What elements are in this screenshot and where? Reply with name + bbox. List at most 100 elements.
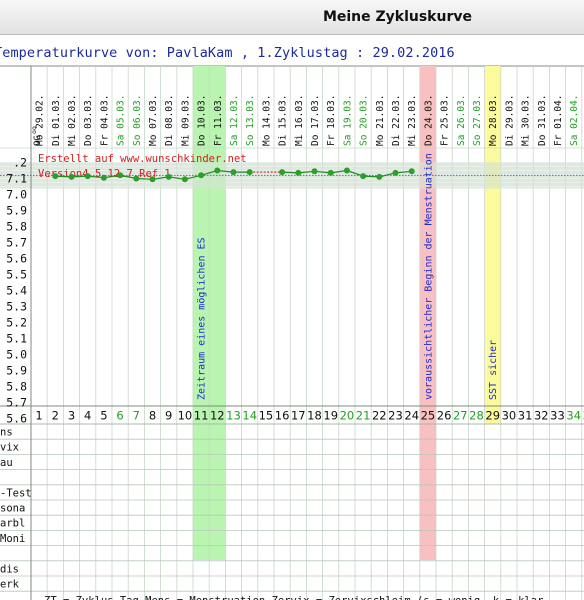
cycle-day-number: 23 bbox=[388, 409, 403, 423]
y-tick-label: .2 bbox=[13, 156, 27, 170]
cycle-day-number: 27 bbox=[453, 409, 468, 423]
cycle-day-number: 15 bbox=[259, 409, 274, 423]
cycle-day-number: 28 bbox=[469, 409, 484, 423]
date-label: Sa 02.04. bbox=[569, 95, 580, 146]
date-label: Fr 11.03. bbox=[213, 95, 224, 146]
date-label: Mi 09.03. bbox=[180, 95, 191, 146]
y-tick-label: 5.1 bbox=[6, 332, 27, 346]
cycle-day-number: 29 bbox=[485, 409, 500, 423]
temp-point-day-12 bbox=[214, 167, 221, 174]
band-label-3: SST sicher bbox=[488, 340, 499, 400]
cycle-day-number: 14 bbox=[242, 409, 257, 423]
y-tick-label: 5.7 bbox=[6, 396, 27, 410]
temp-point-day-24 bbox=[408, 168, 415, 175]
date-label: Fr 01.04. bbox=[553, 95, 564, 146]
cycle-day-number: 25 bbox=[421, 409, 436, 423]
date-label: Di 15.03. bbox=[278, 95, 289, 146]
date-label: Mo 28.03. bbox=[488, 95, 499, 146]
cycle-day-number: 20 bbox=[340, 409, 355, 423]
date-label: Mi 23.03. bbox=[407, 95, 418, 146]
row-label: sona bbox=[0, 503, 25, 515]
temp-point-day-18 bbox=[311, 168, 318, 175]
cycle-day-number: 19 bbox=[323, 409, 338, 423]
cycle-day-number: 22 bbox=[372, 409, 387, 423]
y-tick-label: 5.9 bbox=[6, 364, 27, 378]
date-label: Mo 14.03. bbox=[261, 95, 272, 146]
cycle-day-number: 34 bbox=[566, 409, 581, 423]
row-label: erk bbox=[0, 579, 20, 591]
date-label: So 13.03. bbox=[245, 95, 256, 146]
cycle-day-number: 8 bbox=[149, 409, 156, 423]
temp-point-day-22 bbox=[376, 173, 383, 180]
row-label: -Test bbox=[0, 487, 32, 499]
y-tick-label: 5.4 bbox=[6, 284, 27, 298]
cycle-day-number: 32 bbox=[534, 409, 549, 423]
temp-point-day-21 bbox=[360, 173, 367, 180]
y-tick-label: 5.0 bbox=[6, 348, 27, 362]
temp-point-day-13 bbox=[230, 169, 237, 176]
date-label: So 20.03. bbox=[359, 95, 370, 146]
date-label: Mo 21.03. bbox=[375, 95, 386, 146]
temp-point-day-8 bbox=[149, 176, 156, 183]
date-label: Sa 05.03. bbox=[116, 95, 127, 146]
cycle-day-number: 6 bbox=[116, 409, 123, 423]
row-label: arbl bbox=[0, 518, 25, 530]
cycle-day-number: 9 bbox=[165, 409, 172, 423]
temp-point-day-10 bbox=[181, 176, 188, 183]
temperature-chart: nsvixau-TestsonaarblMonidiserkMo 29.02. D… bbox=[0, 62, 584, 600]
temp-point-day-2 bbox=[52, 173, 59, 180]
temp-point-day-23 bbox=[392, 169, 399, 176]
band-label-2: voraussichtlicher Beginn der Menstruatio… bbox=[423, 153, 434, 400]
cycle-day-number: 21 bbox=[356, 409, 371, 423]
y-tick-label: 5.9 bbox=[6, 204, 27, 218]
date-label: Mi 16.03. bbox=[294, 95, 305, 146]
cycle-day-number: 5 bbox=[100, 409, 107, 423]
cycle-day-number: 7 bbox=[133, 409, 140, 423]
y-tick-label: 5.8 bbox=[6, 220, 27, 234]
date-label: Do 31.03. bbox=[537, 95, 548, 146]
y-tick-label: 5.5 bbox=[6, 268, 27, 282]
date-label: Fr 25.03. bbox=[440, 95, 451, 146]
date-label: Do 24.03. bbox=[423, 95, 434, 146]
row-label: dis bbox=[0, 563, 19, 575]
cycle-day-number: 1 bbox=[35, 409, 42, 423]
date-label: Fr 04.03. bbox=[99, 95, 110, 146]
y-tick-label: 5.7 bbox=[6, 236, 27, 250]
date-label: Mi 30.03. bbox=[521, 95, 532, 146]
cycle-day-number: 10 bbox=[178, 409, 193, 423]
temp-point-day-3 bbox=[68, 173, 75, 180]
date-label: Sa 26.03. bbox=[456, 95, 467, 146]
date-label: Di 08.03. bbox=[164, 95, 175, 146]
cycle-day-number: 24 bbox=[404, 409, 419, 423]
date-label: Sa 12.03. bbox=[229, 95, 240, 146]
legend-footer-text: ZT = Zyklus-Tag Mens = Menstruation Zerv… bbox=[44, 595, 543, 600]
cycle-day-number: 31 bbox=[518, 409, 533, 423]
date-label: Di 01.03. bbox=[51, 95, 62, 146]
cycle-day-number: 3 bbox=[68, 409, 75, 423]
cycle-day-number: 18 bbox=[307, 409, 322, 423]
date-label: So 06.03. bbox=[132, 95, 143, 146]
og-label: OG bbox=[33, 135, 43, 146]
temp-point-day-7 bbox=[133, 175, 140, 182]
cycle-day-number: 17 bbox=[291, 409, 306, 423]
y-tick-label: 5.3 bbox=[6, 300, 27, 314]
y-tick-label: 5.2 bbox=[6, 316, 27, 330]
cycle-day-number: 30 bbox=[502, 409, 517, 423]
y-tick-label: 7.0 bbox=[6, 188, 27, 202]
row-label: Moni bbox=[0, 533, 25, 545]
row-label: ns bbox=[0, 427, 13, 439]
date-label: Sa 19.03. bbox=[342, 95, 353, 146]
cycle-day-number: 16 bbox=[275, 409, 290, 423]
date-label: Di 29.03. bbox=[504, 95, 515, 146]
cycle-day-number: 11 bbox=[194, 409, 209, 423]
cycle-day-number: 2 bbox=[52, 409, 59, 423]
date-label: Mi 02.03. bbox=[67, 95, 78, 146]
temp-point-day-4 bbox=[84, 173, 91, 180]
y-tick-label: 5.8 bbox=[6, 380, 27, 394]
row-label: au bbox=[0, 457, 13, 469]
temp-point-day-11 bbox=[198, 172, 205, 179]
temp-point-day-20 bbox=[343, 167, 350, 174]
cycle-day-number: 13 bbox=[226, 409, 241, 423]
date-label: Di 22.03. bbox=[391, 95, 402, 146]
cycle-day-number: 4 bbox=[84, 409, 91, 423]
